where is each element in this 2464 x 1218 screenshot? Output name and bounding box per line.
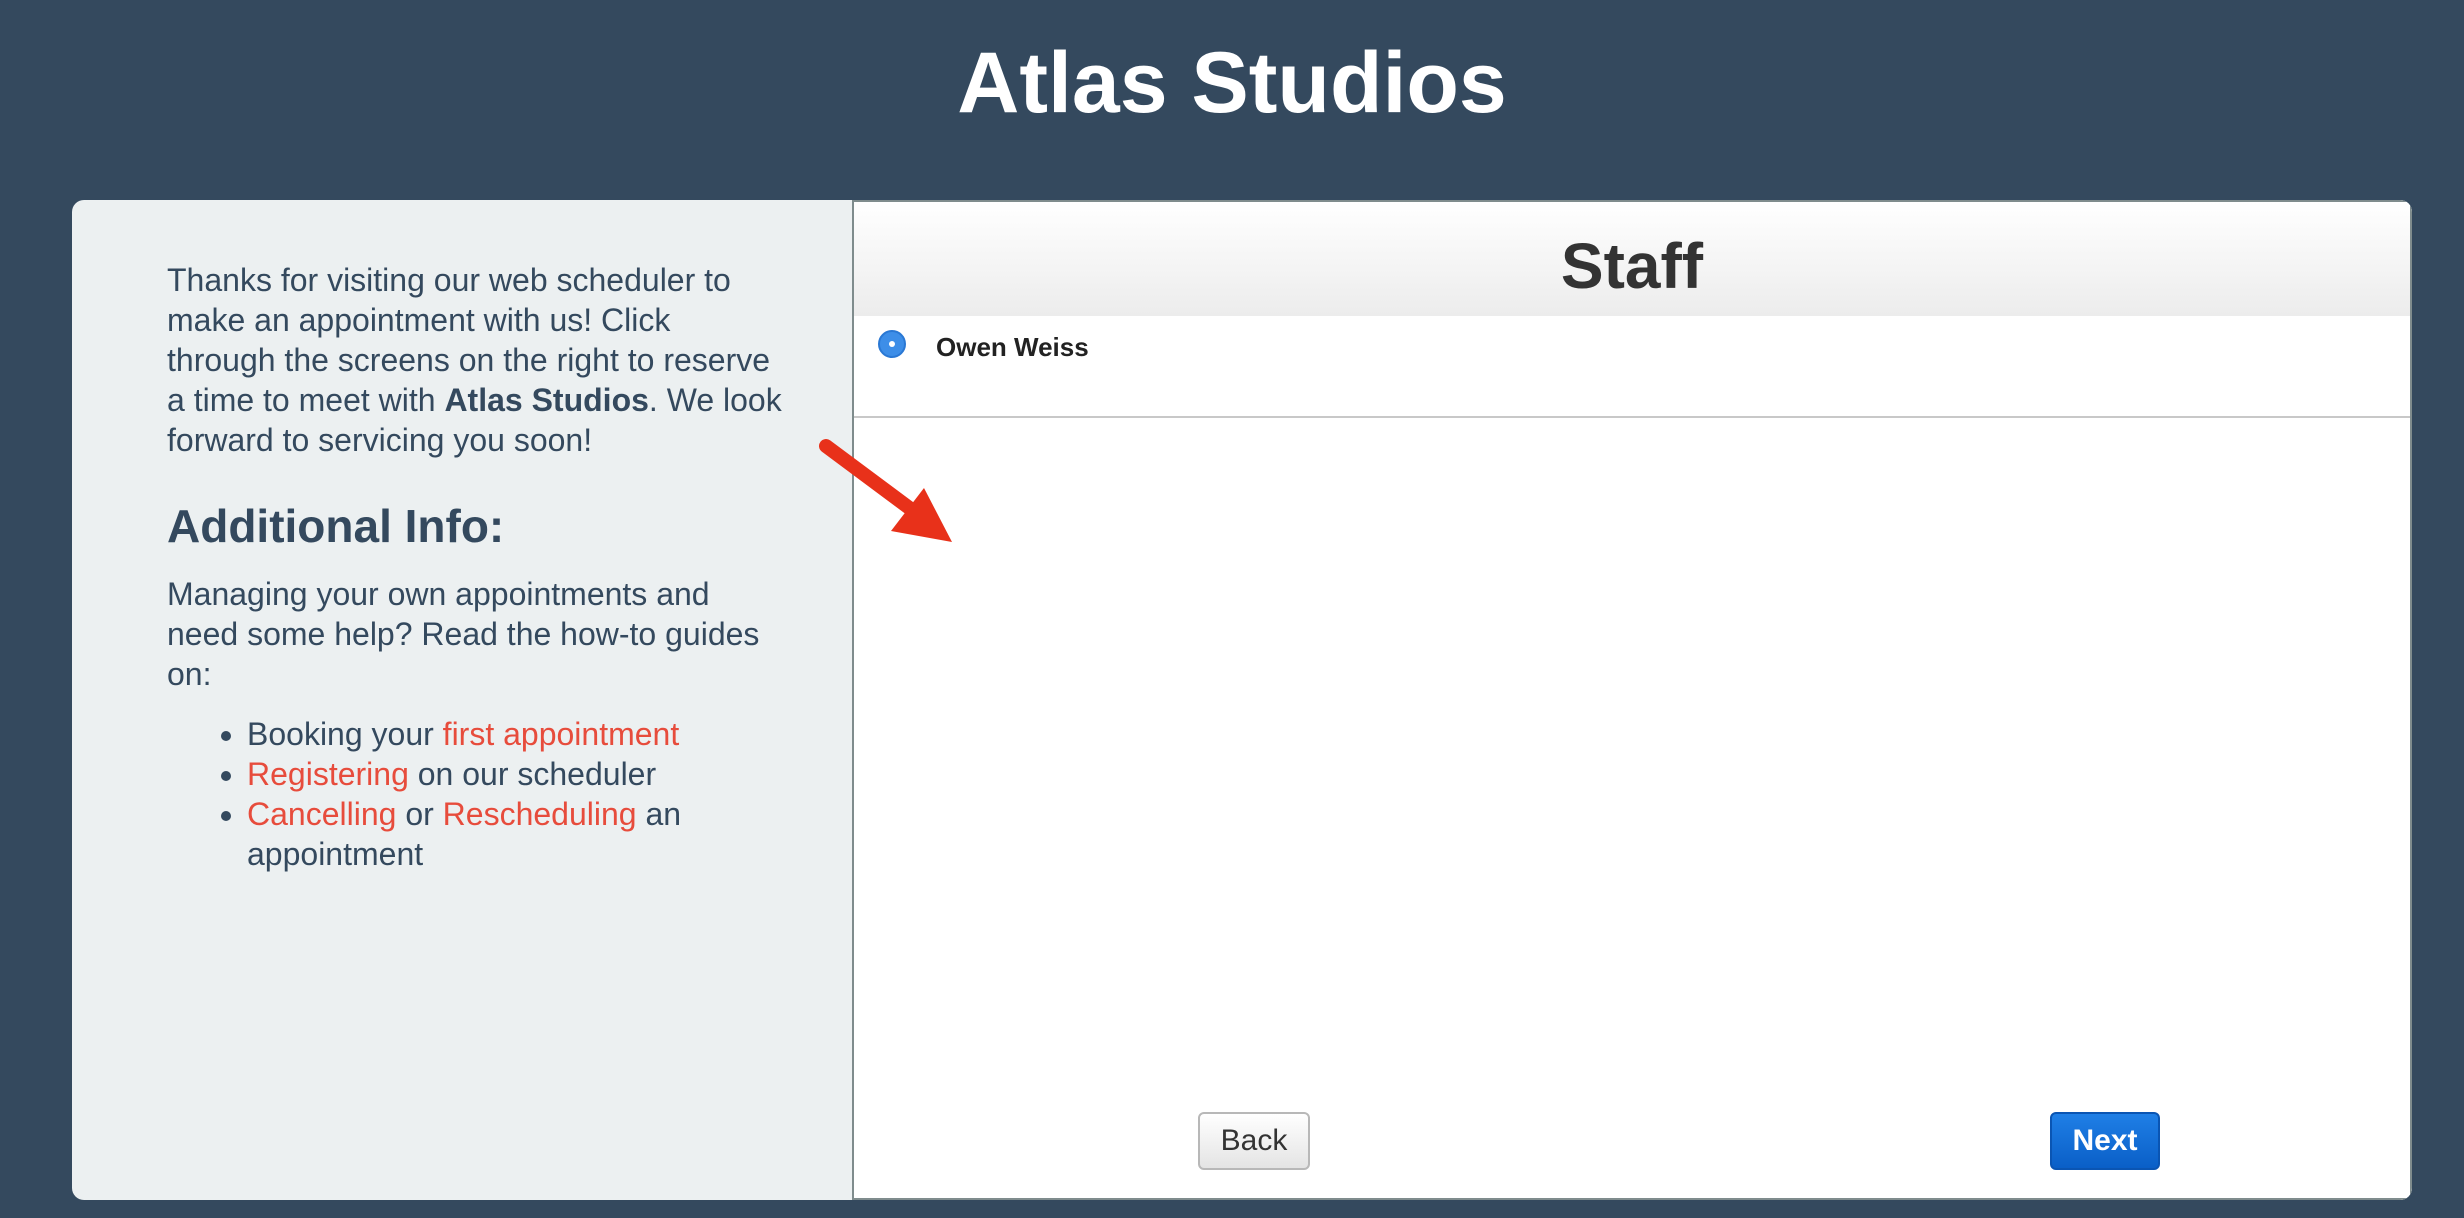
rescheduling-link[interactable]: Rescheduling bbox=[443, 796, 637, 832]
scheduler-card: Thanks for visiting our web scheduler to… bbox=[72, 200, 2412, 1200]
next-button[interactable]: Next bbox=[2050, 1112, 2160, 1170]
staff-frame: Staff Owen Weiss Back Next bbox=[852, 200, 2412, 1200]
guide-item-cancel-reschedule: Cancelling or Rescheduling an appointmen… bbox=[247, 794, 787, 874]
help-text: Managing your own appointments and need … bbox=[167, 576, 760, 692]
guides-list: Booking your first appointment Registeri… bbox=[167, 714, 787, 874]
cancelling-link[interactable]: Cancelling bbox=[247, 796, 396, 832]
staff-header: Staff bbox=[854, 202, 2410, 316]
staff-name: Owen Weiss bbox=[936, 332, 1089, 362]
sidebar: Thanks for visiting our web scheduler to… bbox=[72, 200, 852, 1200]
guide-prefix: Booking your bbox=[247, 716, 443, 752]
staff-panel: Staff Owen Weiss Back Next bbox=[852, 200, 2412, 1200]
first-appointment-link[interactable]: first appointment bbox=[443, 716, 680, 752]
back-button[interactable]: Back bbox=[1198, 1112, 1310, 1170]
intro-company-name: Atlas Studios bbox=[444, 382, 649, 418]
guide-middle: or bbox=[396, 796, 443, 832]
intro-text: Thanks for visiting our web scheduler to… bbox=[167, 260, 787, 460]
additional-info-heading: Additional Info: bbox=[167, 500, 505, 552]
site-title: Atlas Studios bbox=[957, 35, 1507, 131]
staff-option[interactable]: Owen Weiss bbox=[854, 316, 2410, 418]
guide-item-first-appointment: Booking your first appointment bbox=[247, 714, 787, 754]
pointer-arrow-icon bbox=[819, 439, 952, 542]
guide-item-registering: Registering on our scheduler bbox=[247, 754, 787, 794]
staff-title: Staff bbox=[1560, 230, 1704, 302]
registering-link[interactable]: Registering bbox=[247, 756, 409, 792]
staff-radio-selected-icon[interactable] bbox=[878, 330, 906, 358]
guide-suffix: on our scheduler bbox=[408, 756, 657, 792]
